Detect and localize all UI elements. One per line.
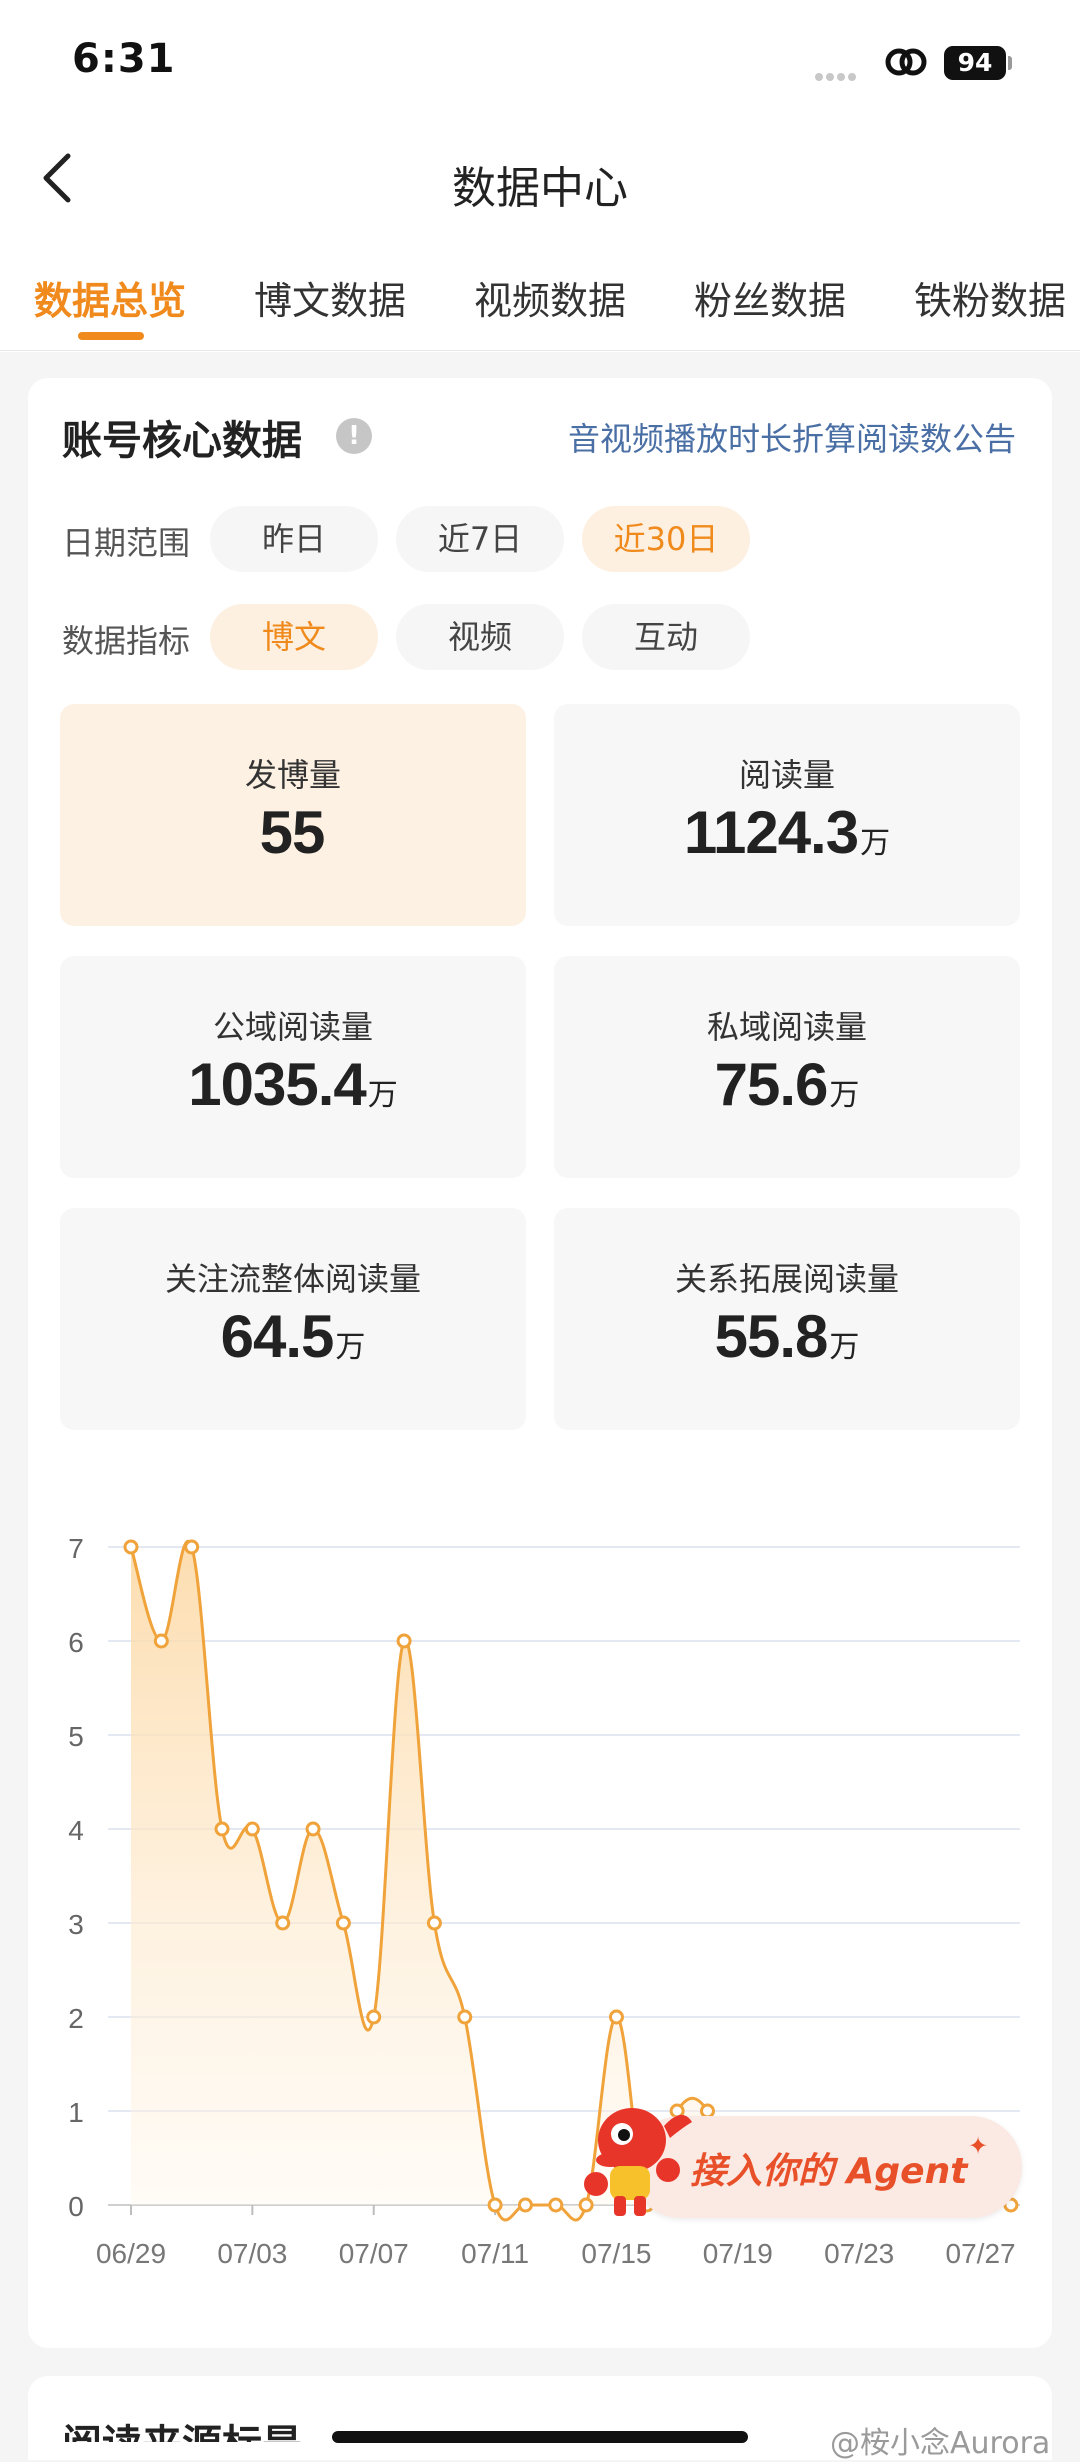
data-point[interactable] (548, 2197, 564, 2213)
y-tick-label: 7 (68, 1533, 84, 1564)
x-tick-label: 07/03 (217, 2238, 287, 2269)
data-point[interactable] (305, 1821, 321, 1837)
data-point[interactable] (366, 2009, 382, 2025)
data-point[interactable] (244, 1821, 260, 1837)
agent-banner[interactable]: 接入你的 Agent ✦ (570, 2092, 1022, 2222)
x-tick-label: 07/15 (581, 2238, 651, 2269)
watermark: @桉小念Aurora (830, 2426, 1051, 2461)
sparkle-icon: ✦ (968, 2132, 989, 2160)
data-point[interactable] (396, 1633, 412, 1649)
post-count-chart: 0 1 2 3 4 5 6 7 06/29 07/03 07/07 07/11 07/15 07/19 07… (68, 1533, 1020, 2269)
data-point[interactable] (153, 1633, 169, 1649)
x-tick-label: 07/19 (703, 2238, 773, 2269)
x-tick-label: 06/29 (96, 2238, 166, 2269)
data-point[interactable] (487, 2197, 503, 2213)
y-tick-label: 1 (68, 2097, 84, 2128)
mascot-icon (584, 2108, 692, 2216)
section-title: 阅读来源标是 (62, 2412, 302, 2442)
home-indicator[interactable] (332, 2431, 748, 2443)
data-point[interactable] (275, 1915, 291, 1931)
data-point[interactable] (335, 1915, 351, 1931)
y-tick-label: 3 (68, 1909, 84, 1940)
x-tick-label: 07/27 (946, 2238, 1016, 2269)
agent-banner-text: 接入你的 Agent (690, 2151, 968, 2192)
y-tick-label: 6 (68, 1627, 84, 1658)
y-tick-label: 0 (68, 2191, 84, 2222)
y-tick-label: 2 (68, 2003, 84, 2034)
data-point[interactable] (457, 2009, 473, 2025)
y-tick-label: 4 (68, 1815, 84, 1846)
data-point[interactable] (608, 2009, 624, 2025)
data-point[interactable] (184, 1539, 200, 1555)
x-tick-label: 07/11 (461, 2238, 529, 2269)
data-point[interactable] (214, 1821, 230, 1837)
data-point[interactable] (426, 1915, 442, 1931)
x-tick-label: 07/23 (824, 2238, 894, 2269)
data-point[interactable] (517, 2197, 533, 2213)
data-point[interactable] (123, 1539, 139, 1555)
x-tick-label: 07/07 (339, 2238, 409, 2269)
y-tick-label: 5 (68, 1721, 84, 1752)
